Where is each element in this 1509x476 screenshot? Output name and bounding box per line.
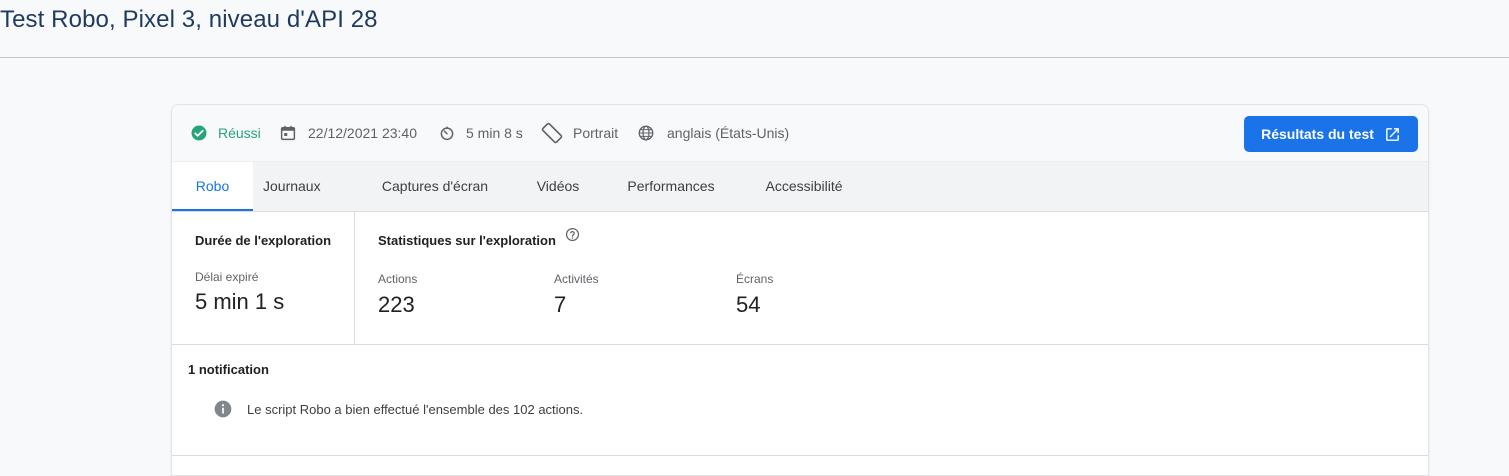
test-meta-bar: Réussi 22/12/2021 23:40 5 min 8 s Portra… — [172, 105, 1428, 161]
orientation-label: Portrait — [573, 125, 619, 141]
globe-icon — [638, 125, 654, 141]
exploration-stats-row: Durée de l'exploration Délai expiré 5 mi… — [172, 211, 1428, 345]
stat-screens-label: Écrans — [736, 272, 774, 286]
notifications-title: 1 notification — [188, 362, 269, 377]
duration-value: 5 min 1 s — [195, 289, 285, 314]
test-orientation: Portrait — [541, 122, 619, 144]
stat-activities-label: Activités — [554, 272, 599, 286]
date-label: 22/12/2021 23:40 — [308, 125, 417, 141]
test-results-button-label: Résultats du test — [1261, 126, 1374, 142]
test-locale: anglais (États-Unis) — [637, 123, 789, 143]
page-header: Test Robo, Pixel 3, niveau d'API 28 — [0, 0, 1509, 58]
check-circle-icon — [191, 125, 207, 141]
duration-title: Durée de l'exploration — [195, 233, 332, 248]
screen-rotation-icon — [541, 122, 563, 144]
tab-journaux[interactable]: Journaux — [263, 162, 321, 211]
calendar-icon — [280, 125, 296, 141]
exploration-duration-panel: Durée de l'exploration Délai expiré 5 mi… — [172, 211, 355, 344]
result-tabs: Robo Journaux Captures d'écran Vidéos Pe… — [172, 161, 1428, 212]
tab-robo[interactable]: Robo — [172, 162, 253, 211]
test-date: 22/12/2021 23:40 — [279, 123, 417, 143]
help-outline-icon[interactable] — [565, 227, 580, 242]
tab-performances[interactable]: Performances — [621, 162, 721, 211]
stat-actions-value: 223 — [378, 292, 415, 317]
duration-label: Délai expiré — [195, 270, 259, 284]
status-badge: Réussi — [190, 123, 261, 143]
test-results-button[interactable]: Résultats du test — [1244, 116, 1418, 152]
info-icon — [214, 400, 232, 418]
notification-item: Le script Robo a bien effectué l'ensembl… — [213, 399, 583, 419]
timer-icon — [440, 126, 454, 141]
tab-videos[interactable]: Vidéos — [530, 162, 586, 211]
stats-title: Statistiques sur l'exploration — [378, 233, 556, 248]
test-duration: 5 min 8 s — [438, 123, 523, 143]
tab-captures[interactable]: Captures d'écran — [377, 162, 493, 211]
status-label: Réussi — [218, 125, 261, 141]
section-divider — [172, 455, 1428, 456]
stat-actions-label: Actions — [378, 272, 418, 286]
tab-accessibilite[interactable]: Accessibilité — [758, 162, 850, 211]
locale-label: anglais (États-Unis) — [667, 125, 790, 141]
stat-screens-value: 54 — [736, 292, 761, 317]
open-in-new-icon — [1386, 127, 1399, 141]
notification-text: Le script Robo a bien effectué l'ensembl… — [247, 401, 584, 417]
duration-label: 5 min 8 s — [466, 125, 523, 141]
page-title: Test Robo, Pixel 3, niveau d'API 28 — [0, 6, 378, 33]
test-result-card: Réussi 22/12/2021 23:40 5 min 8 s Portra… — [171, 104, 1429, 476]
stat-activities-value: 7 — [554, 292, 567, 317]
